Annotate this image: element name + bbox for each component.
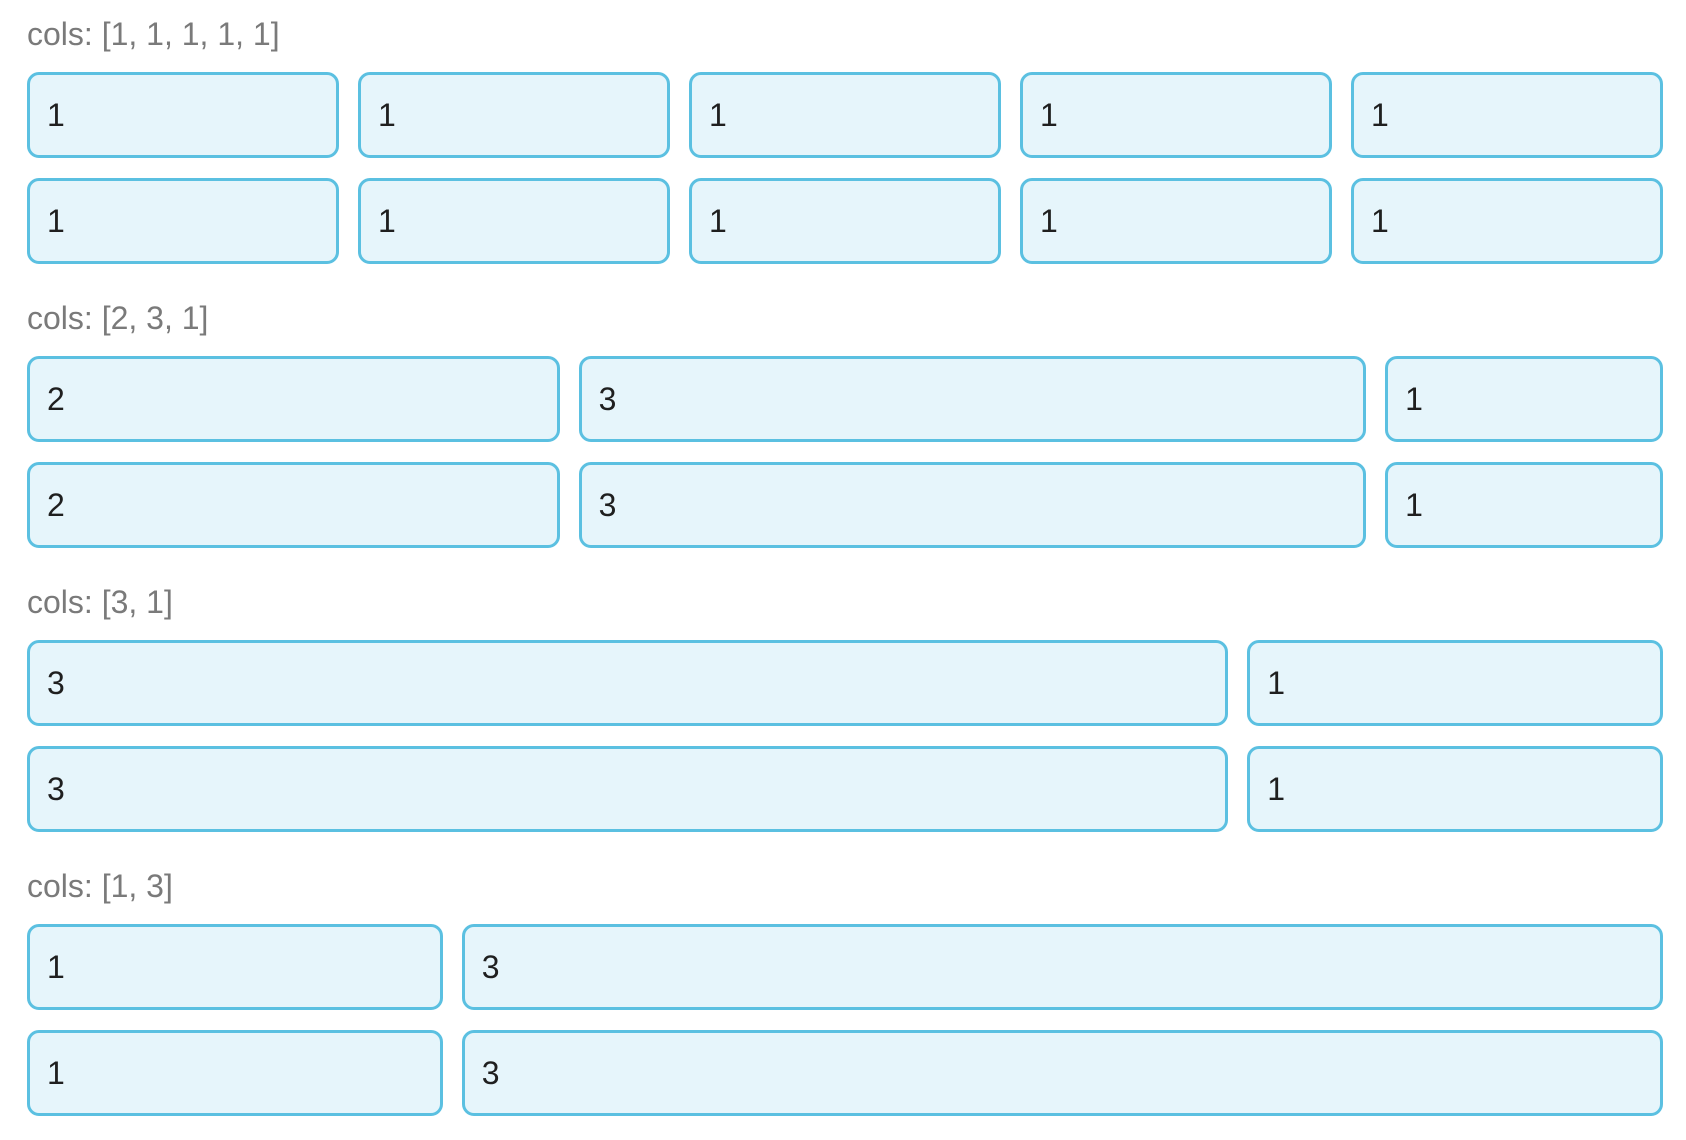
grid-cell: 3 bbox=[27, 640, 1229, 726]
grid-row: 1 3 bbox=[27, 924, 1663, 1010]
grid-row: 2 3 1 bbox=[27, 356, 1663, 442]
grid-section-4: cols: [1, 3] 1 3 1 3 bbox=[27, 870, 1663, 1116]
grid-cell: 1 bbox=[27, 1030, 443, 1116]
grid-row: 1 1 1 1 1 bbox=[27, 178, 1663, 264]
grid-cell: 3 bbox=[578, 462, 1367, 548]
grid-cell: 1 bbox=[1247, 640, 1663, 726]
grid-cell: 1 bbox=[1351, 178, 1663, 264]
grid-cell: 3 bbox=[578, 356, 1367, 442]
grid-cell: 1 bbox=[1385, 462, 1663, 548]
grid-section-2: cols: [2, 3, 1] 2 3 1 2 3 1 bbox=[27, 302, 1663, 548]
grid-row: 1 1 1 1 1 bbox=[27, 72, 1663, 158]
grid-row: 2 3 1 bbox=[27, 462, 1663, 548]
grid-cell: 2 bbox=[27, 462, 560, 548]
grid-cell: 3 bbox=[27, 746, 1229, 832]
grid-cell: 2 bbox=[27, 356, 560, 442]
section-label: cols: [1, 3] bbox=[27, 868, 173, 904]
grid-cell: 1 bbox=[27, 178, 339, 264]
grid-cell: 1 bbox=[689, 72, 1001, 158]
grid-row: 3 1 bbox=[27, 746, 1663, 832]
grid-cell: 3 bbox=[461, 924, 1663, 1010]
grid-cell: 1 bbox=[27, 72, 339, 158]
grid-section-3: cols: [3, 1] 3 1 3 1 bbox=[27, 586, 1663, 832]
grid-section-1: cols: [1, 1, 1, 1, 1] 1 1 1 1 1 1 1 1 1 … bbox=[27, 18, 1663, 264]
grid-cell: 1 bbox=[1020, 178, 1332, 264]
grid-cell: 1 bbox=[1385, 356, 1663, 442]
grid-row: 1 3 bbox=[27, 1030, 1663, 1116]
grid-cell: 1 bbox=[689, 178, 1001, 264]
grid-demo-page: cols: [1, 1, 1, 1, 1] 1 1 1 1 1 1 1 1 1 … bbox=[27, 0, 1663, 1116]
section-label: cols: [1, 1, 1, 1, 1] bbox=[27, 16, 280, 52]
section-label: cols: [2, 3, 1] bbox=[27, 300, 209, 336]
grid-cell: 1 bbox=[358, 178, 670, 264]
grid-cell: 1 bbox=[1247, 746, 1663, 832]
section-label: cols: [3, 1] bbox=[27, 584, 173, 620]
grid-cell: 1 bbox=[1020, 72, 1332, 158]
grid-row: 3 1 bbox=[27, 640, 1663, 726]
grid-cell: 1 bbox=[358, 72, 670, 158]
grid-cell: 1 bbox=[27, 924, 443, 1010]
grid-cell: 3 bbox=[461, 1030, 1663, 1116]
grid-cell: 1 bbox=[1351, 72, 1663, 158]
